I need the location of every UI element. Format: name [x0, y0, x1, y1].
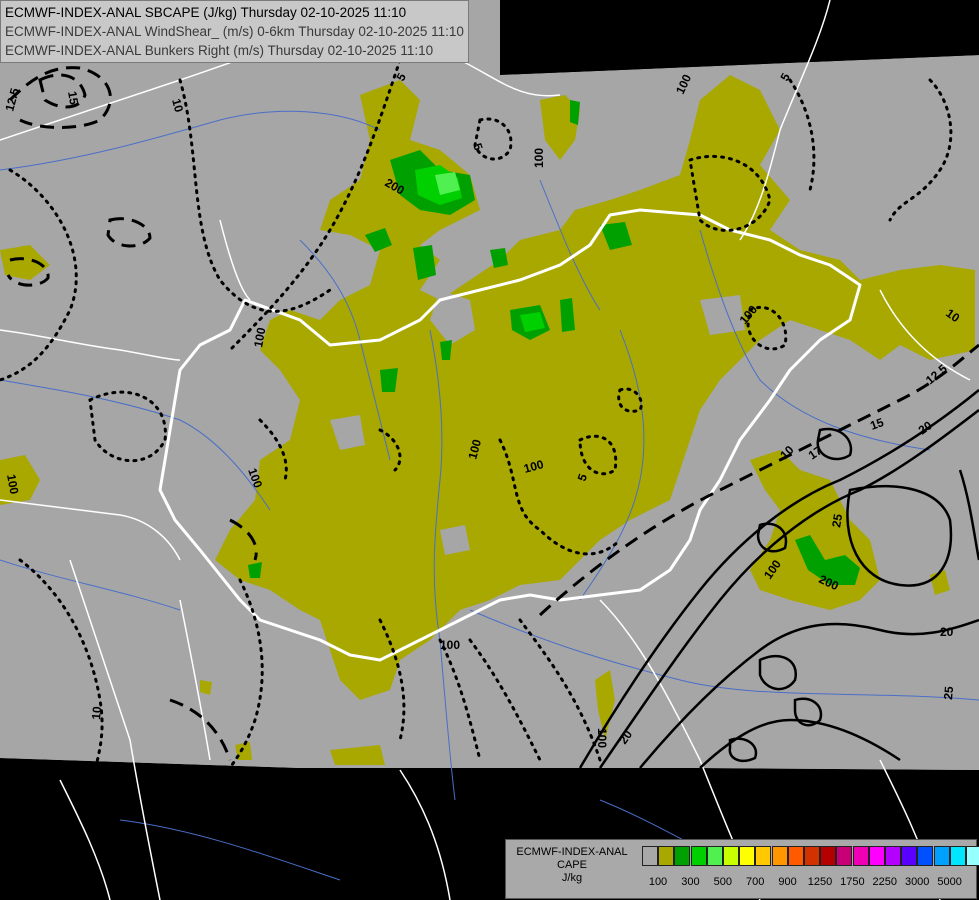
legend-swatch [966, 846, 979, 866]
legend-swatch [658, 846, 675, 866]
legend-swatch [836, 846, 853, 866]
legend-tick-label: 700 [746, 876, 765, 888]
legend-title-model: ECMWF-INDEX-ANAL [516, 846, 628, 858]
legend-swatch [949, 846, 966, 866]
cape-legend: ECMWF-INDEX-ANAL CAPE J/kg 100 300 500 700 9… [505, 839, 979, 899]
legend-swatch [885, 846, 901, 866]
legend-tick-label: 500 [713, 876, 732, 888]
label-cape-100-i: 100 [440, 638, 460, 652]
legend-swatch [642, 846, 658, 866]
legend-tick-label: 300 [681, 876, 700, 888]
legend-tick-label: 100 [648, 876, 668, 888]
legend-swatch [755, 846, 772, 866]
title-bunkers: ECMWF-INDEX-ANAL Bunkers Right (m/s) Thu… [5, 43, 434, 58]
title-windshear: ECMWF-INDEX-ANAL WindShear_ (m/s) 0-6km … [5, 24, 464, 39]
legend-swatch [739, 846, 756, 866]
label-cape-100-a: 100 [532, 148, 546, 168]
label-bunkers-10-b: 10 [89, 705, 104, 720]
legend-swatch [933, 846, 950, 866]
legend-title: ECMWF-INDEX-ANAL CAPE J/kg [506, 846, 638, 885]
label-shear-25-b: 25 [941, 685, 956, 700]
title-sbcape: ECMWF-INDEX-ANAL SBCAPE (J/kg) Thursday … [5, 5, 407, 20]
map-title-box: ECMWF-INDEX-ANAL SBCAPE (J/kg) Thursday … [0, 0, 469, 63]
legend-swatch [868, 846, 885, 866]
weather-map: 12.5 15 10 5 5 100 100 5 200 100 100 100… [0, 0, 979, 900]
legend-swatch [820, 846, 837, 866]
legend-swatch [706, 846, 723, 866]
label-shear-20-b: 20 [940, 625, 954, 639]
legend-swatch [787, 846, 804, 866]
legend-tick-label: 900 [778, 876, 797, 888]
legend-tick-label: 3000 [904, 876, 930, 888]
label-shear-15: 15 [65, 90, 81, 106]
legend-swatch [901, 846, 918, 866]
legend-tick-label: 1250 [807, 876, 833, 888]
legend-swatch [690, 846, 707, 866]
legend-swatch [674, 846, 691, 866]
label-cape-100-j: 100 [595, 728, 609, 748]
legend-swatch [917, 846, 934, 866]
legend-swatch [723, 846, 739, 866]
legend-title-unit: J/kg [561, 872, 583, 884]
legend-tick-label: 5000 [937, 876, 962, 888]
legend-swatch [804, 846, 820, 866]
legend-title-field: CAPE [557, 859, 587, 871]
legend-tick-label: 2250 [872, 876, 898, 888]
legend-tick-label: 1750 [840, 876, 865, 888]
legend-swatch [771, 846, 788, 866]
legend-swatch [852, 846, 869, 866]
label-shear-25-a: 25 [829, 513, 845, 529]
